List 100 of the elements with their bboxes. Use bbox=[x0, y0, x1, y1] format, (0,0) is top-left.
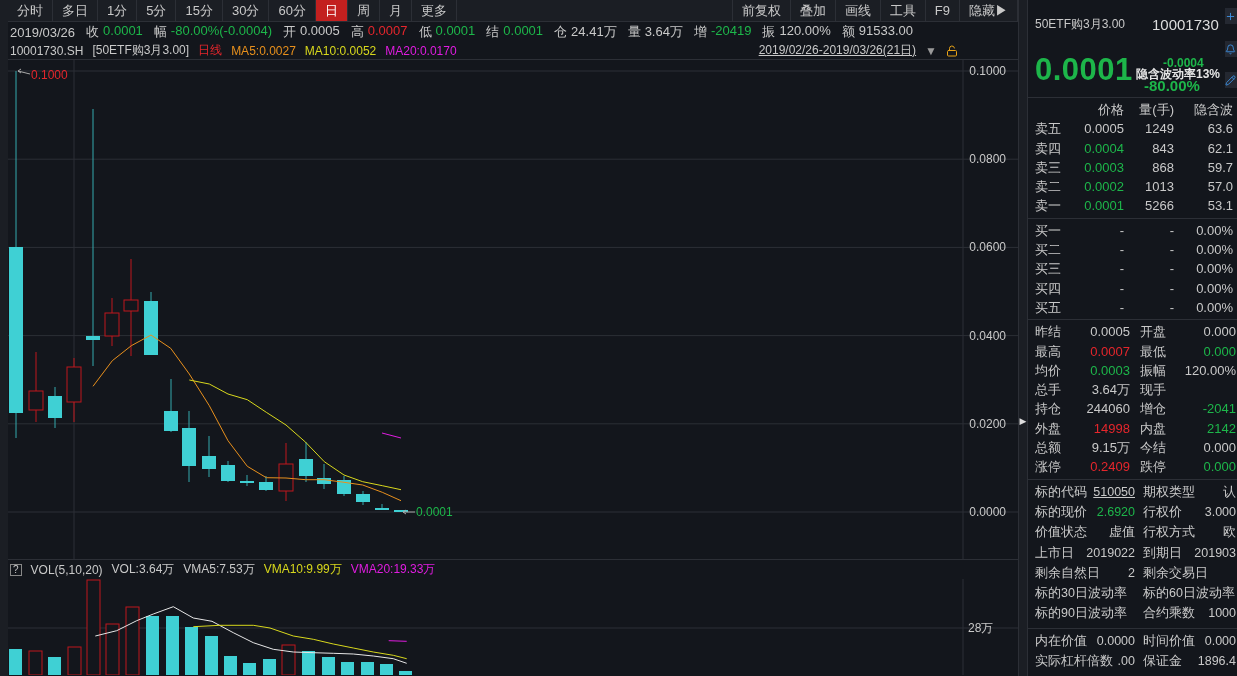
axis-label: 0.1000 bbox=[969, 64, 1006, 78]
stat-label: 今结 bbox=[1140, 439, 1167, 458]
indicator-label: VMA10:9.99万 bbox=[263, 561, 342, 578]
unlock-icon[interactable] bbox=[946, 44, 958, 57]
ask-level: 卖四 bbox=[1035, 139, 1062, 158]
bid-volume: - bbox=[1168, 260, 1174, 279]
detail-label: 合约乘数 bbox=[1143, 605, 1195, 623]
indicator-label: VMA5:7.53万 bbox=[183, 561, 255, 578]
candlestick bbox=[278, 442, 294, 502]
detail-value: 201903 bbox=[1194, 544, 1236, 562]
implied-volatility-cell-text: 0.00% bbox=[1195, 279, 1233, 298]
help-icon[interactable]: ? bbox=[10, 563, 22, 576]
bell-icon[interactable] bbox=[1225, 41, 1237, 57]
leader-line bbox=[402, 509, 416, 515]
bid-volume: - bbox=[1168, 298, 1174, 317]
bid-volume: - bbox=[1168, 279, 1174, 298]
detail-value: 0.000 bbox=[1204, 632, 1236, 650]
stat-label: 昨结 bbox=[1035, 323, 1062, 342]
candlestick bbox=[337, 475, 351, 497]
volume-bar bbox=[146, 616, 159, 675]
ask-level: 卖三 bbox=[1035, 158, 1062, 177]
quote-label: 量 bbox=[627, 23, 641, 41]
indicator-label: 日线 bbox=[198, 42, 223, 59]
detail-value: 欧 bbox=[1223, 524, 1236, 542]
range-menu-arrow[interactable]: ▼ bbox=[925, 43, 937, 58]
stat-label: 增仓 bbox=[1140, 400, 1167, 419]
stat-value: 3.64万 bbox=[1090, 381, 1130, 400]
candlestick bbox=[164, 378, 178, 433]
candlestick bbox=[202, 435, 216, 478]
ask-volume: 868 bbox=[1151, 158, 1174, 177]
stat-value: -2041 bbox=[1201, 400, 1236, 419]
stat-value: 0.0003 bbox=[1089, 361, 1130, 380]
implied-volatility-cell-text: 0.00% bbox=[1195, 260, 1233, 279]
volume-bar bbox=[399, 671, 412, 675]
axis-label: 0.0200 bbox=[969, 416, 1006, 431]
quote-label: 开 bbox=[283, 23, 296, 41]
candlestick bbox=[317, 463, 331, 490]
expand-arrow[interactable]: ▶ bbox=[1019, 416, 1027, 428]
bid-level: 买二 bbox=[1035, 241, 1062, 260]
add-icon[interactable] bbox=[1225, 8, 1237, 24]
implied-volatility-cell-text: 59.7 bbox=[1206, 158, 1233, 177]
stat-value: 0.000 bbox=[1202, 323, 1236, 342]
column-header: 价格 bbox=[1097, 101, 1124, 119]
volume-bar bbox=[205, 636, 218, 675]
stat-value: 0.000 bbox=[1202, 342, 1236, 361]
date-range-link[interactable]: 2019/02/26-2019/03/26(21日) bbox=[758, 42, 917, 59]
stat-label: 跌停 bbox=[1140, 458, 1167, 477]
quote-label: 收 bbox=[86, 23, 100, 41]
axis-label: 0.0600 bbox=[969, 240, 1006, 255]
stat-label: 涨停 bbox=[1035, 458, 1062, 477]
detail-value: 1000 bbox=[1208, 605, 1236, 623]
detail-label: 到期日 bbox=[1143, 544, 1182, 562]
quote-label: 增 bbox=[693, 23, 707, 41]
indicator-label: MA5:0.0027 bbox=[231, 43, 296, 58]
detail-label: 标的代码 bbox=[1035, 483, 1087, 501]
ask-volume: 843 bbox=[1151, 139, 1174, 158]
candlestick bbox=[259, 475, 273, 492]
ask-price: 0.0005 bbox=[1083, 120, 1124, 139]
indicator-label: VOL:3.64万 bbox=[111, 561, 175, 578]
ask-price: 0.0002 bbox=[1083, 178, 1124, 197]
quote-value: 120.00% bbox=[779, 23, 831, 40]
detail-label: 实际杠杆倍数 bbox=[1035, 653, 1113, 670]
quote-value: -80.00%(-0.0004) bbox=[170, 23, 272, 40]
stat-value: 0.2409 bbox=[1089, 458, 1130, 477]
candlestick bbox=[240, 474, 254, 487]
stat-label: 开盘 bbox=[1140, 323, 1167, 342]
stat-label: 总手 bbox=[1035, 381, 1062, 400]
implied-volatility-cell-text: 0.00% bbox=[1195, 298, 1233, 317]
detail-label: 剩余交易日 bbox=[1143, 564, 1208, 582]
ask-price: 0.0004 bbox=[1083, 139, 1124, 158]
volume-bar bbox=[341, 662, 354, 675]
quote-label: 仓 bbox=[554, 23, 568, 41]
indicator-label: MA10:0.0052 bbox=[304, 43, 377, 58]
detail-label: 价值状态 bbox=[1035, 524, 1087, 542]
bid-price: - bbox=[1118, 221, 1124, 240]
implied-volatility-cell-text: 53.1 bbox=[1206, 197, 1233, 216]
volume-bar bbox=[322, 657, 335, 675]
bid-level: 买四 bbox=[1035, 279, 1062, 298]
detail-link[interactable]: 510050 bbox=[1093, 481, 1135, 502]
detail-value: 2 bbox=[1128, 564, 1135, 582]
volume-bar bbox=[263, 659, 276, 675]
period-tab[interactable]: 日 bbox=[315, 0, 348, 21]
candlestick bbox=[66, 357, 82, 423]
ask-volume: 1013 bbox=[1144, 178, 1174, 197]
ask-level: 卖一 bbox=[1035, 197, 1062, 216]
bid-level: 买三 bbox=[1035, 260, 1062, 279]
detail-label: 保证金 bbox=[1143, 653, 1182, 670]
bid-price: - bbox=[1118, 298, 1124, 317]
last-price-label: 0.0001 bbox=[416, 505, 453, 519]
bid-level: 买一 bbox=[1035, 221, 1062, 240]
quote-value: 0.0005 bbox=[300, 23, 340, 40]
detail-label: 期权类型 bbox=[1143, 483, 1195, 501]
pencil-icon[interactable] bbox=[1225, 72, 1237, 88]
ask-price: 0.0001 bbox=[1083, 197, 1124, 216]
bid-volume: - bbox=[1168, 221, 1174, 240]
quote-label: 低 bbox=[418, 23, 432, 41]
column-header: 隐含波 bbox=[1193, 101, 1233, 119]
quote-value: -20419 bbox=[710, 23, 752, 40]
ma20-line bbox=[381, 432, 402, 439]
high-price-label: 0.1000 bbox=[31, 68, 68, 82]
